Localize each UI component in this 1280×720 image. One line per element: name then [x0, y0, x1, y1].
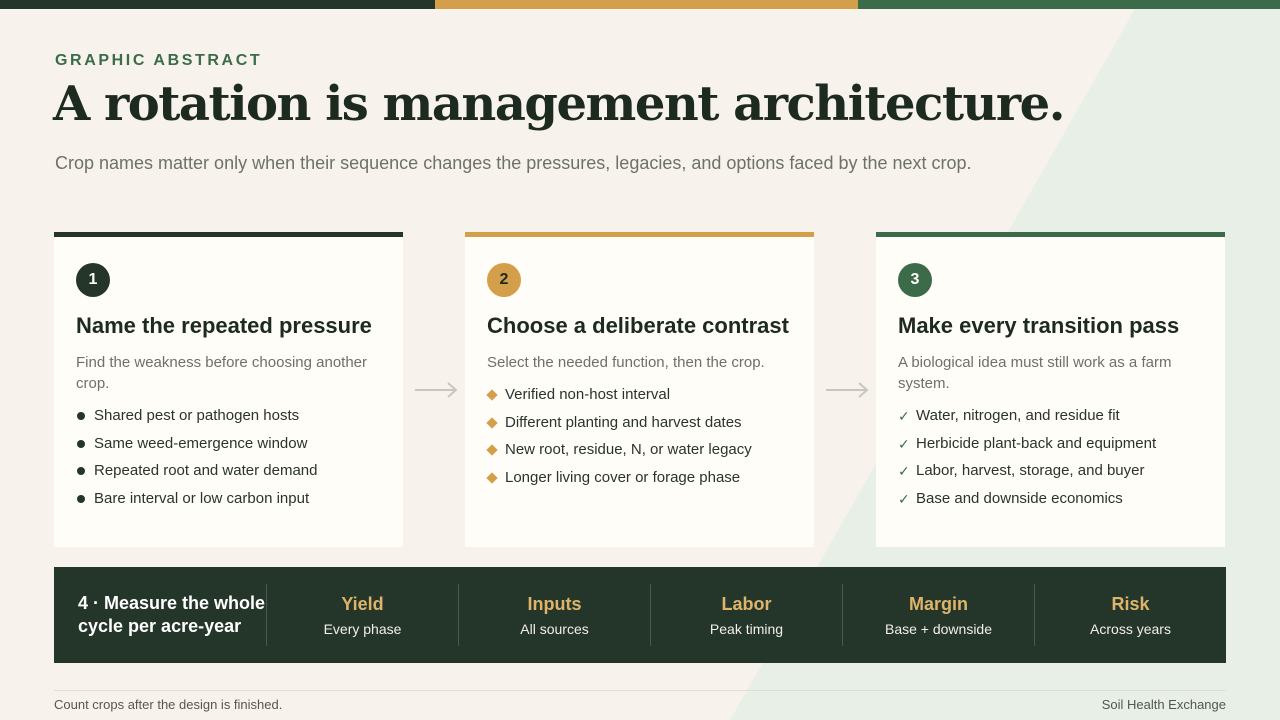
metric-name: Risk: [1111, 593, 1150, 614]
list-item-text: Water, nitrogen, and residue fit: [916, 407, 1120, 424]
bullet-dot-icon: [77, 439, 85, 448]
step-number-badge: 1: [76, 263, 110, 297]
metric-labor: Labor Peak timing: [650, 584, 842, 646]
card-list: Verified non-host interval Different pla…: [486, 385, 792, 488]
page-title: A rotation is management architecture.: [53, 76, 1065, 132]
arrow-right-icon: [415, 382, 458, 398]
list-item: Repeated root and water demand: [76, 461, 381, 481]
metric-subtitle: Peak timing: [709, 620, 784, 637]
list-item-text: Shared pest or pathogen hosts: [94, 407, 300, 424]
list-item: Different planting and harvest dates: [486, 413, 792, 433]
card-heading: Choose a deliberate contrast: [487, 313, 789, 338]
card-description: A biological idea must still work as a f…: [898, 354, 1172, 392]
list-item-text: Labor, harvest, storage, and buyer: [916, 462, 1145, 480]
list-item: Longer living cover or forage phase: [486, 468, 792, 488]
measure-band: 4 · Measure the whole cycle per acre-yea…: [54, 567, 1226, 663]
metric-margin: Margin Base + downside: [842, 584, 1034, 646]
top-bar-green-segment: [858, 0, 1280, 9]
list-item: ✓ Labor, harvest, storage, and buyer: [898, 461, 1203, 481]
footer-source: Soil Health Exchange: [1101, 697, 1226, 712]
metric-inputs: Inputs All sources: [458, 584, 650, 646]
list-item: Shared pest or pathogen hosts: [76, 406, 381, 426]
check-icon: ✓: [898, 408, 910, 424]
metric-subtitle: Base + downside: [884, 620, 993, 637]
metric-name: Inputs: [527, 593, 582, 614]
bullet-diamond-icon: [486, 417, 498, 429]
list-item-text: Herbicide plant-back and equipment: [916, 434, 1157, 452]
list-item-text: Repeated root and water demand: [94, 462, 318, 480]
step-card-3: 3 Make every transition pass A biologica…: [876, 232, 1225, 547]
list-item: Same weed-emergence window: [76, 434, 381, 454]
bullet-dot-icon: [77, 412, 85, 420]
metric-name: Margin: [908, 593, 968, 614]
list-item-text: Different planting and harvest dates: [505, 413, 742, 431]
bullet-diamond-icon: [486, 472, 498, 484]
card-description: Find the weakness before choosing anothe…: [76, 354, 368, 392]
metric-risk: Risk Across years: [1034, 584, 1226, 646]
arrow-right-icon: [826, 382, 869, 398]
metric-yield: Yield Every phase: [266, 584, 458, 646]
top-bar-gold-segment: [435, 0, 858, 9]
list-item-text: New root, residue, N, or water legacy: [505, 441, 752, 459]
list-item: ✓ Base and downside economics: [898, 489, 1203, 509]
card-heading: Name the repeated pressure: [76, 313, 372, 338]
metric-subtitle: Across years: [1090, 620, 1171, 637]
card-list: ✓ Water, nitrogen, and residue fit ✓ Herbi…: [898, 406, 1203, 509]
card-description: Select the needed function, then the cro…: [487, 354, 765, 371]
step-card-1: 1 Name the repeated pressure Find the we…: [54, 232, 403, 547]
list-item-text: Bare interval or low carbon input: [94, 490, 310, 508]
list-item: ✓ Water, nitrogen, and residue fit: [898, 406, 1203, 426]
metric-subtitle: All sources: [520, 620, 589, 637]
list-item-text: Base and downside economics: [916, 490, 1123, 508]
step-card-2: 2 Choose a deliberate contrast Select th…: [465, 232, 814, 547]
check-icon: ✓: [898, 491, 910, 508]
metric-name: Yield: [341, 593, 384, 614]
list-item-text: Verified non-host interval: [505, 386, 671, 403]
check-icon: ✓: [898, 435, 910, 452]
bullet-dot-icon: [77, 467, 85, 476]
bullet-diamond-icon: [486, 389, 498, 401]
check-icon: ✓: [898, 463, 910, 480]
band-title: 4 · Measure the whole cycle per acre-yea…: [78, 593, 266, 636]
footer-note: Count crops after the design is finished…: [54, 697, 283, 712]
list-item-text: Same weed-emergence window: [94, 434, 308, 452]
top-bar-dark-segment: [0, 0, 435, 9]
list-item: Verified non-host interval: [486, 385, 792, 405]
top-color-bar: [0, 0, 1280, 9]
card-heading: Make every transition pass: [898, 313, 1180, 338]
metric-subtitle: Every phase: [323, 620, 402, 637]
step-number-badge: 3: [898, 263, 932, 297]
card-list: Shared pest or pathogen hosts Same weed-…: [76, 406, 381, 509]
list-item: Bare interval or low carbon input: [76, 489, 381, 509]
list-item: ✓ Herbicide plant-back and equipment: [898, 434, 1203, 454]
footer-divider: [54, 690, 1226, 691]
bullet-diamond-icon: [486, 444, 498, 457]
page-subtitle: Crop names matter only when their sequen…: [55, 153, 972, 173]
step-number-badge: 2: [487, 263, 521, 297]
list-item-text: Longer living cover or forage phase: [505, 469, 741, 487]
bullet-dot-icon: [77, 495, 85, 504]
metric-name: Labor: [721, 593, 772, 614]
list-item: New root, residue, N, or water legacy: [486, 440, 792, 460]
kicker-label: GRAPHIC ABSTRACT: [55, 52, 263, 69]
